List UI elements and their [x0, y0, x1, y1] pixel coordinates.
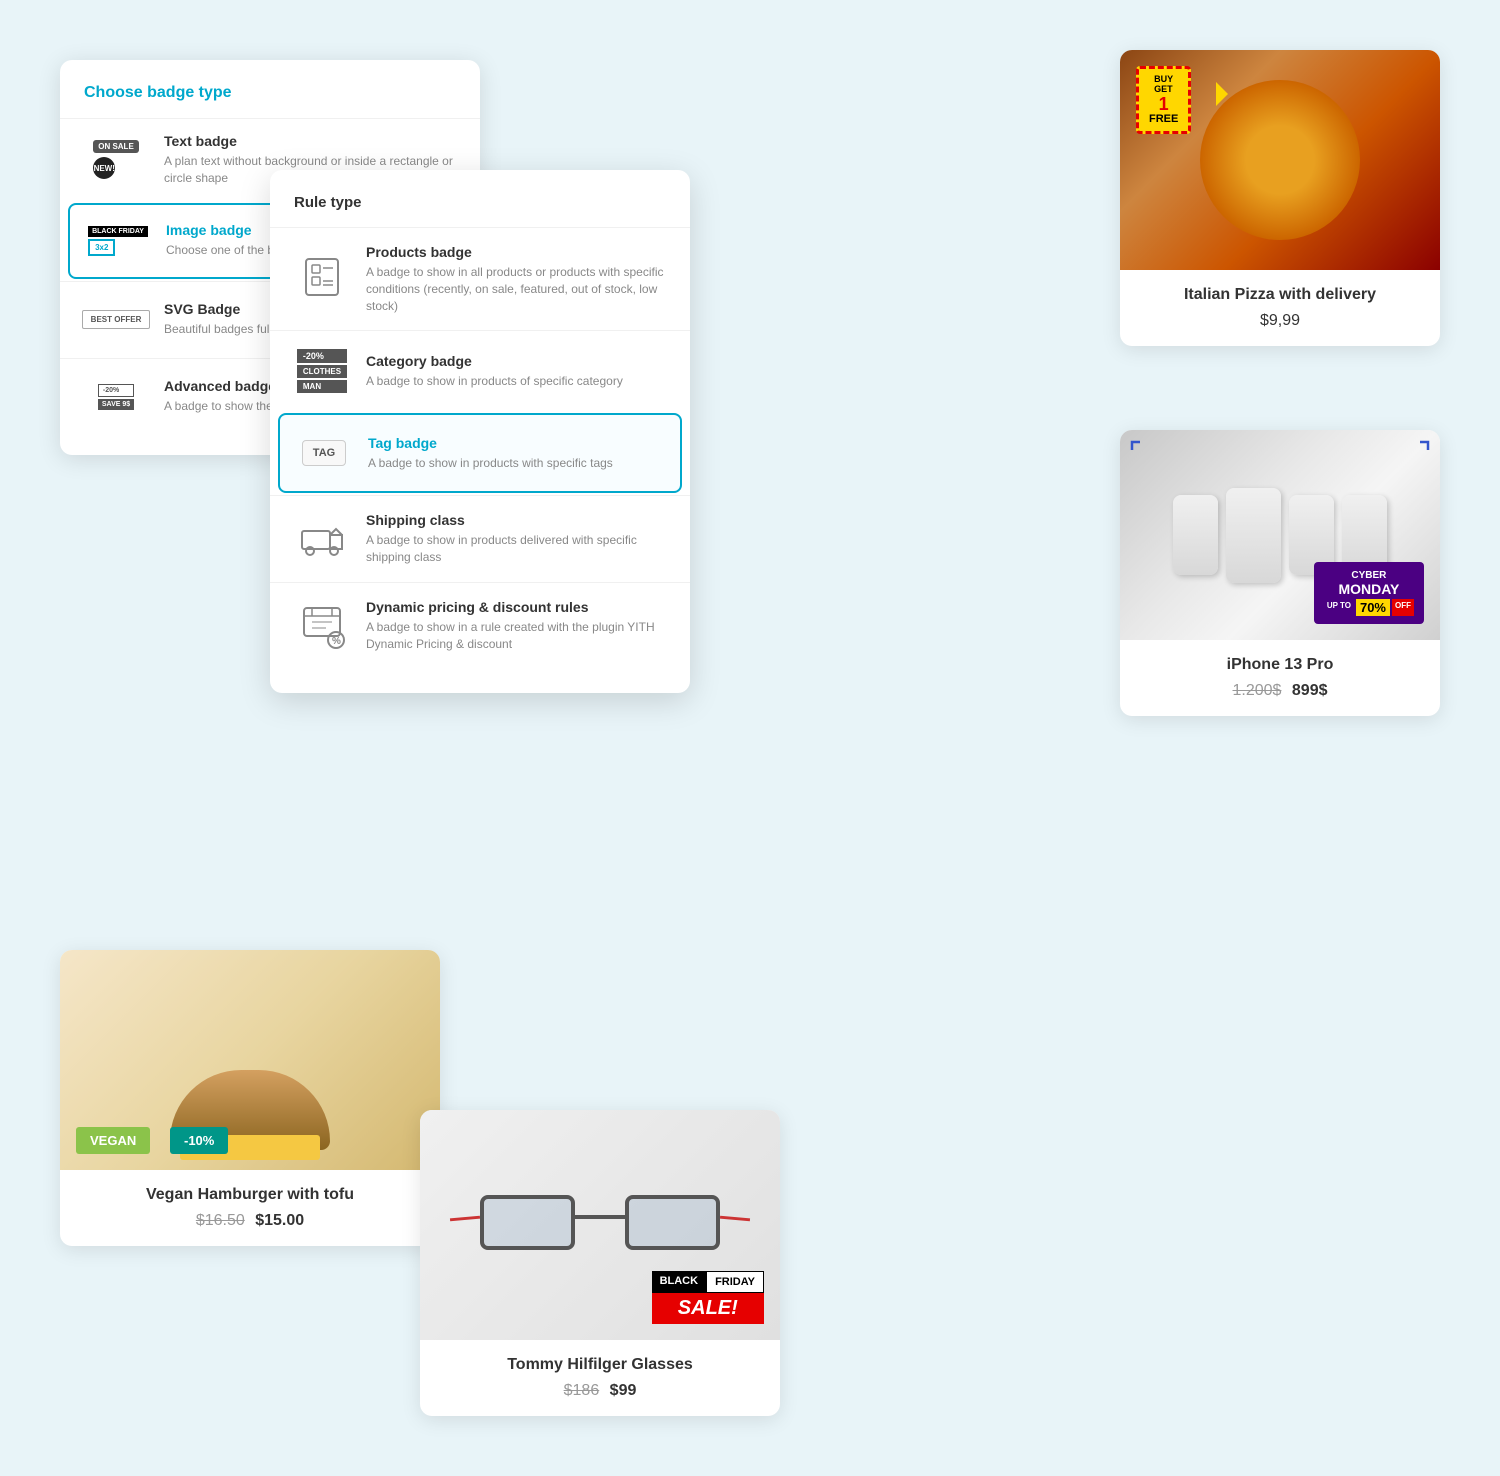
rule-item-category-desc: A badge to show in products of specific … [366, 373, 623, 390]
hamburger-sale-price: $15.00 [255, 1212, 304, 1229]
svg-text:%: % [332, 636, 341, 647]
hamburger-image: VEGAN -10% [60, 950, 440, 1170]
glasses-price: $186 $99 [436, 1382, 764, 1400]
pizza-product-card: BUYGET 1 FREE Italian Pizza with deliver… [1120, 50, 1440, 346]
corner-arrow-tl [1128, 438, 1144, 454]
image-badge-icon: BLACK FRIDAY 3x2 [86, 217, 150, 265]
glasses-product-card: BLACK FRIDAY SALE! Tommy Hilfilger Glass… [420, 1110, 780, 1416]
shipping-class-icon [294, 515, 350, 563]
glasses-image: BLACK FRIDAY SALE! [420, 1110, 780, 1340]
rule-item-dynamic-desc: A badge to show in a rule created with t… [366, 619, 666, 653]
rule-item-category[interactable]: -20% CLOTHES MAN Category badge A badge … [270, 330, 690, 411]
iphone-sale-price: 899$ [1292, 682, 1328, 699]
products-badge-icon [294, 255, 350, 303]
iphone-image: CYBER MONDAY UP TO 70% OFF [1120, 430, 1440, 640]
iphone-name: iPhone 13 Pro [1136, 656, 1424, 674]
hamburger-product-card: VEGAN -10% Vegan Hamburger with tofu $16… [60, 950, 440, 1246]
buy-get-badge: BUYGET 1 FREE [1136, 66, 1191, 134]
rule-type-panel-title: Rule type [270, 194, 690, 227]
glasses-original-price: $186 [564, 1382, 600, 1399]
rule-item-shipping-desc: A badge to show in products delivered wi… [366, 532, 666, 566]
cyber-monday-badge: CYBER MONDAY UP TO 70% OFF [1314, 562, 1424, 624]
glasses-sale-price: $99 [610, 1382, 637, 1399]
badge-item-image-name: Image badge [166, 222, 274, 238]
glasses-bridge [575, 1215, 625, 1219]
rule-item-shipping-name: Shipping class [366, 512, 666, 528]
badge-item-svg-desc: Beautiful badges fully [164, 321, 278, 338]
rule-item-tag-name: Tag badge [368, 435, 613, 451]
badge-item-svg-name: SVG Badge [164, 301, 278, 317]
pizza-image: BUYGET 1 FREE [1120, 50, 1440, 270]
buy-get-arrow [1216, 82, 1228, 106]
iphone-product-card: CYBER MONDAY UP TO 70% OFF iPhone 13 Pro… [1120, 430, 1440, 716]
hamburger-price: $16.50 $15.00 [76, 1212, 424, 1230]
hamburger-original-price: $16.50 [196, 1212, 245, 1229]
black-friday-badge: BLACK FRIDAY SALE! [652, 1271, 764, 1324]
pizza-price: $9,99 [1136, 312, 1424, 330]
advanced-badge-icon: -20% SAVE 9$ [84, 373, 148, 421]
dynamic-pricing-icon: % [294, 602, 350, 650]
glasses-arm-left [450, 1216, 480, 1222]
glasses-name: Tommy Hilfilger Glasses [436, 1356, 764, 1374]
rule-item-tag-desc: A badge to show in products with specifi… [368, 455, 613, 472]
scene: Choose badge type ON SALE NEW! Text badg… [0, 0, 1500, 1476]
discount-badge: -10% [170, 1127, 228, 1154]
rule-item-shipping[interactable]: Shipping class A badge to show in produc… [270, 495, 690, 582]
rule-item-products-desc: A badge to show in all products or produ… [366, 264, 666, 314]
phone-shape-1 [1173, 495, 1218, 575]
iphone-original-price: 1.200$ [1233, 682, 1282, 699]
phone-shape-main [1226, 488, 1281, 583]
tag-badge-icon: TAG [296, 429, 352, 477]
glasses-arm-right [720, 1216, 750, 1222]
corner-arrow-tr [1416, 438, 1432, 454]
pizza-info: Italian Pizza with delivery $9,99 [1120, 270, 1440, 346]
rule-type-panel: Rule type Products badge A badge to show… [270, 170, 690, 693]
category-badge-icon: -20% CLOTHES MAN [294, 347, 350, 395]
text-badge-icon: ON SALE NEW! [84, 136, 148, 184]
badge-type-panel-title: Choose badge type [60, 84, 480, 118]
glasses-info: Tommy Hilfilger Glasses $186 $99 [420, 1340, 780, 1416]
hamburger-name: Vegan Hamburger with tofu [76, 1186, 424, 1204]
pizza-name: Italian Pizza with delivery [1136, 286, 1424, 304]
rule-item-tag[interactable]: TAG Tag badge A badge to show in product… [278, 413, 682, 493]
vegan-badge: VEGAN [76, 1127, 150, 1154]
svg-badge-icon: BEST OFFER [84, 296, 148, 344]
rule-item-dynamic[interactable]: % Dynamic pricing & discount rules A bad… [270, 582, 690, 669]
badge-item-image-desc: Choose one of the b [166, 242, 274, 259]
rule-item-category-name: Category badge [366, 353, 623, 369]
glasses-frame-left [480, 1195, 575, 1250]
rule-item-products[interactable]: Products badge A badge to show in all pr… [270, 227, 690, 330]
iphone-info: iPhone 13 Pro 1.200$ 899$ [1120, 640, 1440, 716]
rule-item-dynamic-name: Dynamic pricing & discount rules [366, 599, 666, 615]
glasses-frame-right [625, 1195, 720, 1250]
badge-item-text-name: Text badge [164, 133, 456, 149]
rule-item-products-name: Products badge [366, 244, 666, 260]
glasses-shape [480, 1185, 720, 1265]
iphone-price: 1.200$ 899$ [1136, 682, 1424, 700]
hamburger-info: Vegan Hamburger with tofu $16.50 $15.00 [60, 1170, 440, 1246]
